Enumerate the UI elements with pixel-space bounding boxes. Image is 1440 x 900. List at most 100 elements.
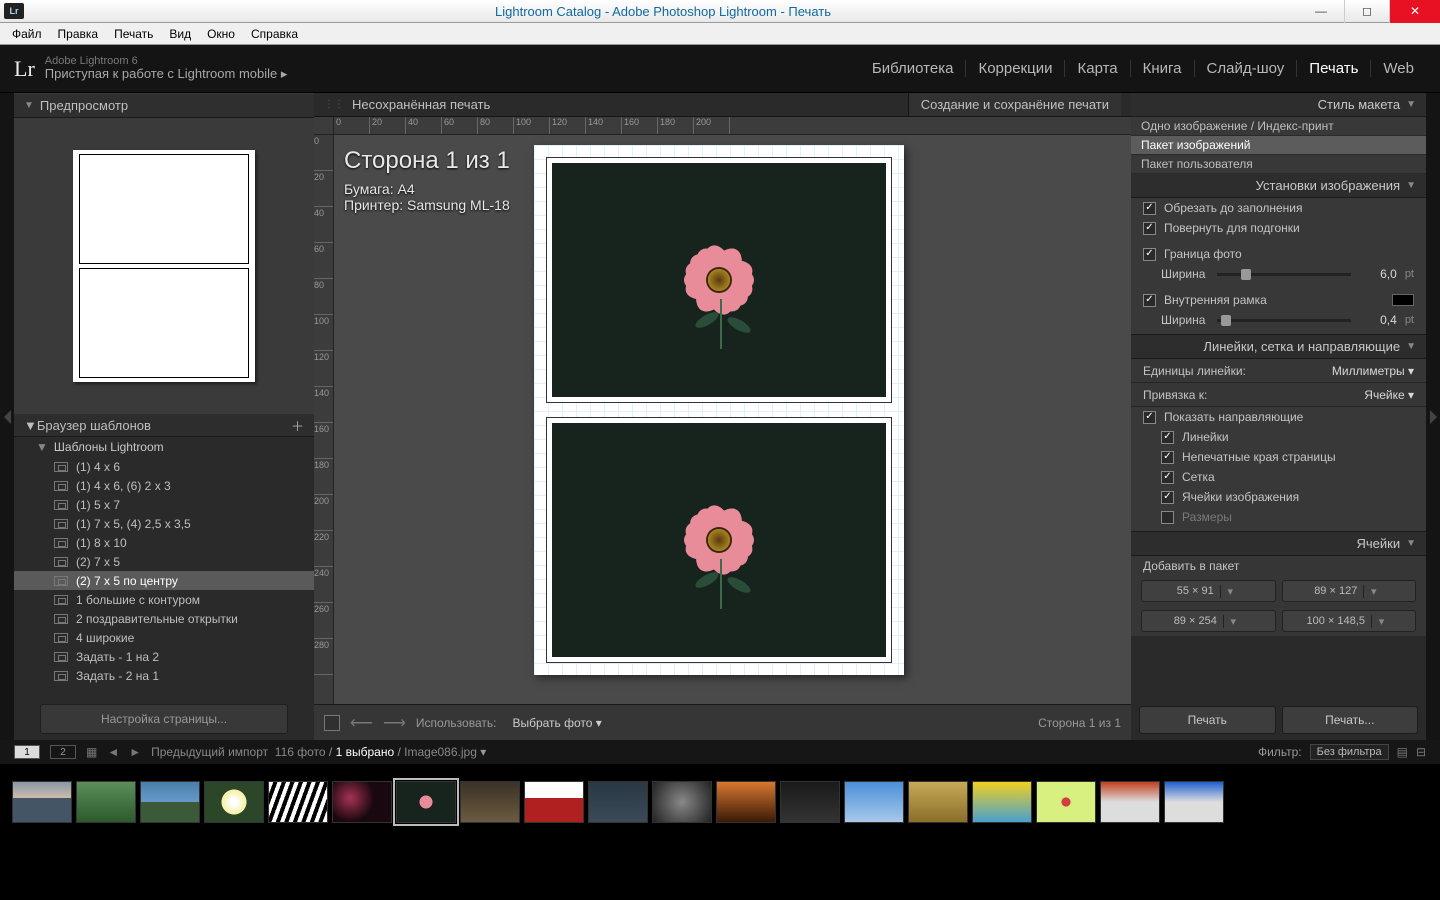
guide-grid-checkbox[interactable] (1161, 471, 1174, 484)
template-item[interactable]: Задать - 2 на 1 (14, 666, 314, 685)
filmstrip-thumb[interactable] (12, 781, 72, 823)
guide-cells-checkbox[interactable] (1161, 491, 1174, 504)
layout-opt-custom[interactable]: Пакет пользователя (1131, 155, 1426, 174)
breadcrumb[interactable]: Предыдущий импорт 116 фото / 1 выбрано /… (151, 745, 486, 759)
get-started-link[interactable]: Приступая к работе с Lightroom mobile ▸ (45, 67, 288, 82)
filmstrip-thumb[interactable] (524, 781, 584, 823)
size-button[interactable]: 55 × 91▾ (1141, 580, 1276, 602)
minimize-button[interactable]: — (1298, 0, 1344, 23)
crop-to-fill-checkbox[interactable] (1143, 202, 1156, 215)
template-item[interactable]: (1) 4 x 6, (6) 2 x 3 (14, 476, 314, 495)
primary-display-button[interactable]: 1 (14, 745, 40, 759)
filter-lock-icon[interactable]: ▤ (1397, 745, 1408, 759)
next-page-icon[interactable]: ⟶ (383, 713, 406, 733)
menu-help[interactable]: Справка (245, 25, 304, 43)
template-item[interactable]: (1) 8 x 10 (14, 533, 314, 552)
module-print[interactable]: Печать (1297, 60, 1371, 77)
snap-dropdown[interactable]: Ячейке ▾ (1364, 388, 1414, 402)
filmstrip-thumb[interactable] (908, 781, 968, 823)
template-item[interactable]: (1) 4 x 6 (14, 457, 314, 476)
page-setup-button[interactable]: Настройка страницы... (40, 704, 288, 734)
filter-switch-icon[interactable]: ⊟ (1416, 745, 1426, 759)
menu-edit[interactable]: Правка (52, 25, 105, 43)
close-button[interactable]: ✕ (1390, 0, 1440, 23)
maximize-button[interactable]: ◻ (1344, 0, 1390, 23)
inner-frame-color-swatch[interactable] (1392, 294, 1414, 306)
size-button[interactable]: 89 × 254▾ (1141, 610, 1276, 632)
filmstrip-thumb[interactable] (716, 781, 776, 823)
inner-width-slider[interactable] (1217, 319, 1350, 322)
template-item[interactable]: Задать - 1 на 2 (14, 647, 314, 666)
grid-icon[interactable]: ▦ (86, 745, 97, 759)
create-save-print-button[interactable]: Создание и сохранёние печати (908, 93, 1121, 116)
filmstrip-thumb[interactable] (332, 781, 392, 823)
filmstrip[interactable] (0, 764, 1440, 839)
filmstrip-thumb[interactable] (652, 781, 712, 823)
module-develop[interactable]: Коррекции (966, 60, 1065, 77)
module-library[interactable]: Библиотека (860, 60, 967, 77)
filmstrip-thumb[interactable] (1100, 781, 1160, 823)
filmstrip-thumb[interactable] (204, 781, 264, 823)
layout-style-header[interactable]: Стиль макета▼ (1131, 93, 1426, 117)
show-guides-checkbox[interactable] (1143, 411, 1156, 424)
menu-view[interactable]: Вид (163, 25, 197, 43)
size-button[interactable]: 100 × 148,5▾ (1282, 610, 1417, 632)
module-slideshow[interactable]: Слайд-шоу (1195, 60, 1298, 77)
image-cell[interactable] (546, 417, 892, 663)
filmstrip-thumb[interactable] (1036, 781, 1096, 823)
filmstrip-thumb[interactable] (844, 781, 904, 823)
menu-window[interactable]: Окно (201, 25, 241, 43)
template-group[interactable]: ▼ Шаблоны Lightroom (14, 437, 314, 457)
inner-frame-checkbox[interactable] (1143, 294, 1156, 307)
template-item[interactable]: (1) 7 x 5, (4) 2,5 x 3,5 (14, 514, 314, 533)
size-button[interactable]: 89 × 127▾ (1282, 580, 1417, 602)
add-template-icon[interactable]: ＋ (291, 416, 304, 435)
print-dialog-button[interactable]: Печать... (1282, 706, 1419, 734)
prev-page-icon[interactable]: ⟵ (350, 713, 373, 733)
filmstrip-thumb[interactable] (268, 781, 328, 823)
forward-icon[interactable]: ► (129, 745, 141, 759)
right-panel-toggle[interactable] (1426, 93, 1440, 740)
image-settings-header[interactable]: Установки изображения▼ (1131, 174, 1426, 198)
layout-opt-single[interactable]: Одно изображение / Индекс-принт (1131, 117, 1426, 136)
filmstrip-thumb[interactable] (1164, 781, 1224, 823)
use-photo-dropdown[interactable]: Выбрать фото ▾ (506, 714, 607, 732)
filmstrip-thumb[interactable] (780, 781, 840, 823)
guide-rulers-checkbox[interactable] (1161, 431, 1174, 444)
filter-dropdown[interactable]: Без фильтра (1310, 744, 1389, 760)
module-web[interactable]: Web (1371, 60, 1426, 77)
filmstrip-thumb[interactable] (460, 781, 520, 823)
left-panel-toggle[interactable] (0, 93, 14, 740)
photo-border-checkbox[interactable] (1143, 248, 1156, 261)
template-item[interactable]: 4 широкие (14, 628, 314, 647)
filmstrip-thumb[interactable] (972, 781, 1032, 823)
template-browser-header[interactable]: ▼ Браузер шаблонов ＋ (14, 413, 314, 437)
border-width-slider[interactable] (1217, 273, 1350, 276)
template-item[interactable]: 2 поздравительные открытки (14, 609, 314, 628)
module-book[interactable]: Книга (1131, 60, 1195, 77)
filmstrip-thumb[interactable] (140, 781, 200, 823)
image-cell[interactable] (546, 157, 892, 403)
print-stage[interactable] (334, 135, 1131, 704)
menu-print[interactable]: Печать (108, 25, 159, 43)
cells-header[interactable]: Ячейки▼ (1131, 532, 1426, 556)
menu-file[interactable]: Файл (6, 25, 48, 43)
ruler-units-dropdown[interactable]: Миллиметры ▾ (1332, 364, 1414, 378)
secondary-display-button[interactable]: 2 (50, 745, 76, 759)
rotate-to-fit-checkbox[interactable] (1143, 222, 1156, 235)
template-item[interactable]: (1) 5 x 7 (14, 495, 314, 514)
guide-dims-checkbox[interactable] (1161, 511, 1174, 524)
filmstrip-thumb[interactable] (76, 781, 136, 823)
template-item[interactable]: (2) 7 x 5 по центру (14, 571, 314, 590)
filmstrip-thumb[interactable] (396, 781, 456, 823)
paper-sheet[interactable] (534, 145, 904, 675)
guides-header[interactable]: Линейки, сетка и направляющие▼ (1131, 335, 1426, 359)
preview-panel-header[interactable]: ▼ Предпросмотр (14, 93, 314, 118)
select-all-checkbox[interactable] (324, 715, 340, 731)
template-item[interactable]: 1 большие с контуром (14, 590, 314, 609)
template-item[interactable]: (2) 7 x 5 (14, 552, 314, 571)
guide-bleed-checkbox[interactable] (1161, 451, 1174, 464)
module-map[interactable]: Карта (1065, 60, 1130, 77)
layout-opt-package[interactable]: Пакет изображений (1131, 136, 1426, 155)
print-button[interactable]: Печать (1139, 706, 1276, 734)
